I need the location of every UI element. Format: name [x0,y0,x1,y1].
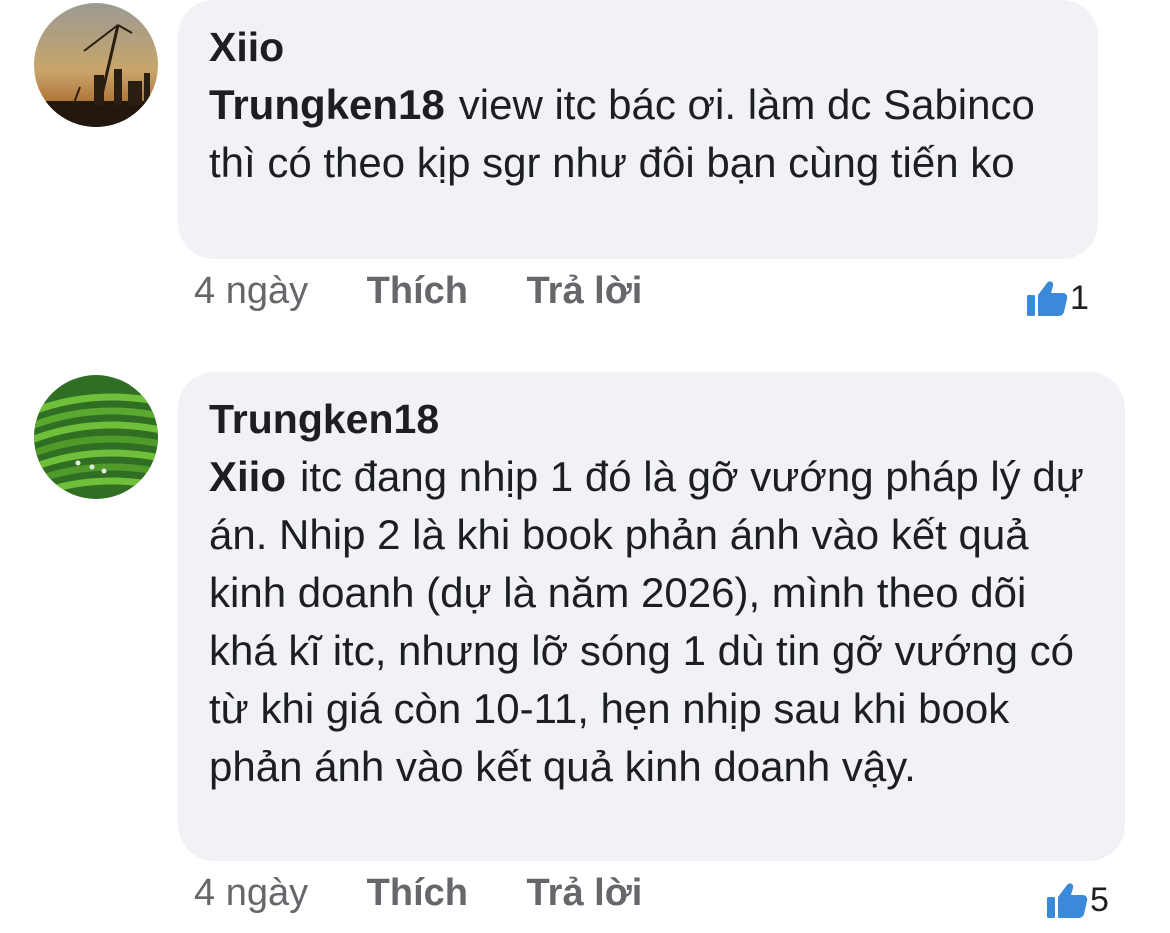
like-button[interactable]: Thích [367,270,468,312]
reaction-summary[interactable]: 5 [1046,878,1109,922]
reply-button[interactable]: Trả lời [527,270,643,312]
comment-text: itc đang nhịp 1 đó là gỡ vướng pháp lý d… [209,453,1084,790]
reaction-summary[interactable]: 1 [1026,276,1089,320]
comment-actions: 4 ngày Thích Trả lời [194,868,690,918]
reaction-count: 5 [1090,880,1109,919]
comment-bubble: Trungken18 Xiio itc đang nhịp 1 đó là gỡ … [178,372,1125,861]
comment-timestamp[interactable]: 4 ngày [194,872,308,914]
avatar-image [34,375,158,499]
avatar[interactable] [34,375,158,499]
avatar-image [34,3,158,127]
thumbs-up-icon [1027,281,1068,316]
comment-bubble: Xiio Trungken18 view itc bác ơi. làm dc S… [178,0,1098,259]
like-button[interactable]: Thích [367,872,468,914]
comment-author[interactable]: Xiio [209,18,1068,76]
reply-button[interactable]: Trả lời [527,872,643,914]
comment-author[interactable]: Trungken18 [209,390,1095,448]
reaction-count: 1 [1070,278,1089,317]
thumbs-up-icon [1047,883,1088,918]
mention-link[interactable]: Trungken18 [209,81,445,128]
avatar[interactable] [34,3,158,127]
mention-link[interactable]: Xiio [209,453,286,500]
comment-body: Xiio itc đang nhịp 1 đó là gỡ vướng pháp … [209,448,1095,796]
comment-body: Trungken18 view itc bác ơi. làm dc Sabinc… [209,76,1068,192]
comment-actions: 4 ngày Thích Trả lời [194,266,690,316]
comment-timestamp[interactable]: 4 ngày [194,270,308,312]
